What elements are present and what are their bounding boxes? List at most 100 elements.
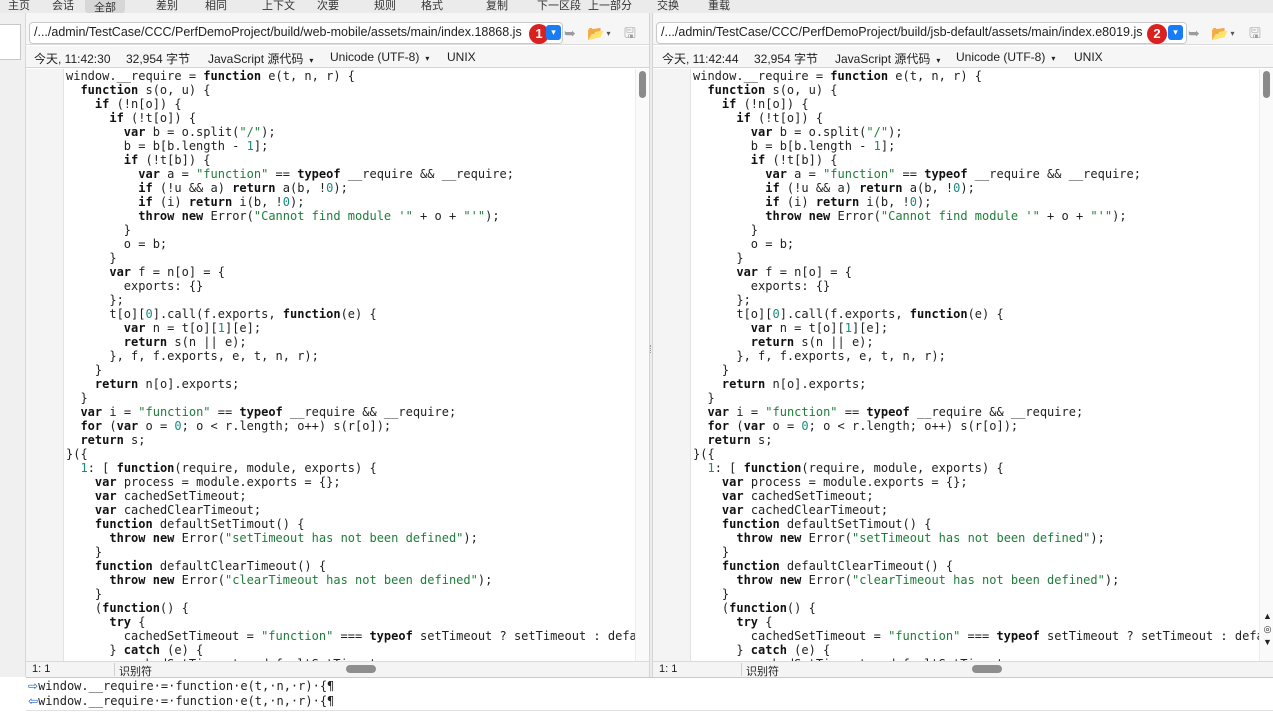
right-line-ending: UNIX xyxy=(1074,50,1103,64)
left-format-select[interactable]: JavaScript 源代码 ▾ xyxy=(208,50,313,67)
toolbar-item[interactable]: 格式 xyxy=(417,0,447,13)
left-vertical-scrollbar[interactable] xyxy=(635,69,649,661)
code-line: b = b[b.length - 1]; xyxy=(693,139,896,153)
down-arrow-icon[interactable]: ▼ xyxy=(1262,636,1273,649)
right-line-gutter xyxy=(653,69,691,661)
left-info-bar: 今天, 11:42:30 32,954 字节 JavaScript 源代码 ▾ U… xyxy=(26,46,649,68)
code-line: var n = t[o][1][e]; xyxy=(123,321,262,335)
left-path-dropdown-button[interactable]: ▾ xyxy=(546,25,561,40)
code-line: function defaultSetTimout() { xyxy=(94,517,305,531)
code-line: }; xyxy=(66,293,124,307)
toolbar-item[interactable]: 上下文 xyxy=(258,0,299,13)
right-timestamp: 今天, 11:42:44 xyxy=(662,52,739,66)
code-line: (function() { xyxy=(693,601,816,615)
code-line: } catch (e) { xyxy=(693,643,831,657)
left-path-bar: /.../admin/TestCase/CCC/PerfDemoProject/… xyxy=(26,13,649,45)
target-icon[interactable]: ◎ xyxy=(1262,623,1273,636)
folder-icon: 📂 xyxy=(1211,25,1229,41)
left-cursor-position: 1: 1 xyxy=(32,663,51,675)
right-format-select[interactable]: JavaScript 源代码 ▾ xyxy=(835,50,940,67)
code-line: } xyxy=(66,223,132,237)
code-line: var f = n[o] = { xyxy=(109,265,225,279)
right-path-field[interactable]: /.../admin/TestCase/CCC/PerfDemoProject/… xyxy=(656,22,1187,44)
code-line: }; xyxy=(693,293,751,307)
scroll-thumb[interactable] xyxy=(639,71,646,98)
right-path-bar: /.../admin/TestCase/CCC/PerfDemoProject/… xyxy=(653,13,1273,45)
code-line: throw new Error("Cannot find module '" +… xyxy=(765,209,1127,223)
compare-right-text: window.__require·=·function·e(t,·n,·r)·{… xyxy=(38,694,335,708)
code-line: } xyxy=(693,545,730,559)
chevron-down-icon: ▾ xyxy=(1051,54,1056,63)
code-line: try { xyxy=(736,615,773,629)
toolbar-item[interactable]: 重载 xyxy=(704,0,734,13)
code-line: 1: [ function(require, module, exports) … xyxy=(80,461,377,475)
right-code[interactable]: window.__require = function e(t, n, r) {… xyxy=(693,69,1259,661)
right-status-bar: 1: 1 识别符 xyxy=(653,661,1273,678)
code-line: var b = o.split("/"); xyxy=(123,125,276,139)
code-line: var cachedClearTimeout; xyxy=(94,503,262,517)
code-line: if (!u && a) return a(b, !0); xyxy=(138,181,348,195)
right-path-dropdown-button[interactable]: ▾ xyxy=(1168,25,1183,40)
left-open-folder-button[interactable]: 📂 ▾ xyxy=(587,24,610,42)
code-line: } xyxy=(693,223,759,237)
toolbar-item[interactable]: 交换 xyxy=(653,0,683,13)
toolbar-item[interactable]: 次要 xyxy=(313,0,343,13)
splitter-grip[interactable] xyxy=(650,345,652,353)
toolbar-item[interactable]: 下一区段 xyxy=(533,0,585,13)
toolbar-item[interactable]: 上一部分 xyxy=(584,0,636,13)
right-encoding-select[interactable]: Unicode (UTF-8) ▾ xyxy=(956,50,1055,64)
toolbar-item[interactable]: 规则 xyxy=(370,0,400,13)
code-line: t[o][0].call(f.exports, function(e) { xyxy=(66,307,377,321)
up-arrow-icon[interactable]: ▲ xyxy=(1262,610,1273,623)
code-line: throw new Error("setTimeout has not been… xyxy=(109,531,478,545)
code-line: cachedSetTimeout = "function" === typeof… xyxy=(66,629,635,643)
code-line: exports: {} xyxy=(66,279,204,293)
code-line: var process = module.exports = {}; xyxy=(721,475,968,489)
right-open-folder-button[interactable]: 📂 ▾ xyxy=(1211,24,1234,42)
chevron-down-icon: ▾ xyxy=(1230,29,1235,39)
code-line: } xyxy=(66,587,103,601)
overview-controls[interactable]: ▲ ◎ ▼ xyxy=(1262,610,1273,649)
code-line: var cachedSetTimeout; xyxy=(721,489,874,503)
right-navigate-icon[interactable]: ➥ xyxy=(1188,24,1200,42)
code-line: for (var o = 0; o < r.length; o++) s(r[o… xyxy=(707,419,1019,433)
code-line: } xyxy=(66,545,103,559)
left-editor[interactable]: window.__require = function e(t, n, r) {… xyxy=(26,69,649,661)
left-horizontal-scroll-thumb[interactable] xyxy=(346,665,376,673)
code-line: } xyxy=(693,587,730,601)
left-status-bar: 1: 1 识别符 xyxy=(26,661,649,678)
right-save-button[interactable]: 🖫 xyxy=(1249,24,1261,42)
right-file-badge: 2 xyxy=(1147,24,1167,44)
sidebar-box xyxy=(0,24,21,60)
right-file-size: 32,954 字节 xyxy=(754,52,819,66)
code-line: if (!n[o]) { xyxy=(721,97,809,111)
right-editor[interactable]: window.__require = function e(t, n, r) {… xyxy=(653,69,1273,661)
code-line: if (!t[b]) { xyxy=(123,153,211,167)
right-vertical-scrollbar[interactable] xyxy=(1259,69,1273,661)
code-line: var cachedClearTimeout; xyxy=(721,503,889,517)
code-line: if (!t[b]) { xyxy=(750,153,838,167)
chevron-down-icon: ▾ xyxy=(606,29,611,39)
arrow-left-icon: ⇦ xyxy=(28,694,39,708)
code-line: var i = "function" == typeof __require &… xyxy=(80,405,457,419)
toolbar-item[interactable]: 全部 xyxy=(85,0,125,13)
toolbar-item[interactable]: 复制 xyxy=(482,0,512,13)
chevron-down-icon: ▾ xyxy=(936,56,941,65)
code-line: if (!t[o]) { xyxy=(109,111,197,125)
toolbar-item[interactable]: 会话 xyxy=(48,0,78,13)
right-horizontal-scroll-thumb[interactable] xyxy=(972,665,1002,673)
toolbar-item[interactable]: 相同 xyxy=(201,0,231,13)
left-encoding-select[interactable]: Unicode (UTF-8) ▾ xyxy=(330,50,429,64)
code-line: try { xyxy=(109,615,146,629)
toolbar-item[interactable]: 主页 xyxy=(4,0,34,13)
code-line: var a = "function" == typeof __require &… xyxy=(765,167,1141,181)
code-line: function defaultClearTimeout() { xyxy=(94,559,327,573)
code-line: return s; xyxy=(80,433,146,447)
toolbar-item[interactable]: 差别 xyxy=(152,0,182,13)
left-navigate-icon[interactable]: ➥ xyxy=(564,24,576,42)
left-save-button[interactable]: 🖫 xyxy=(624,24,636,42)
left-code[interactable]: window.__require = function e(t, n, r) {… xyxy=(66,69,635,661)
code-line: }({ xyxy=(693,447,715,461)
scroll-thumb[interactable] xyxy=(1263,71,1270,98)
left-path-field[interactable]: /.../admin/TestCase/CCC/PerfDemoProject/… xyxy=(29,22,563,44)
